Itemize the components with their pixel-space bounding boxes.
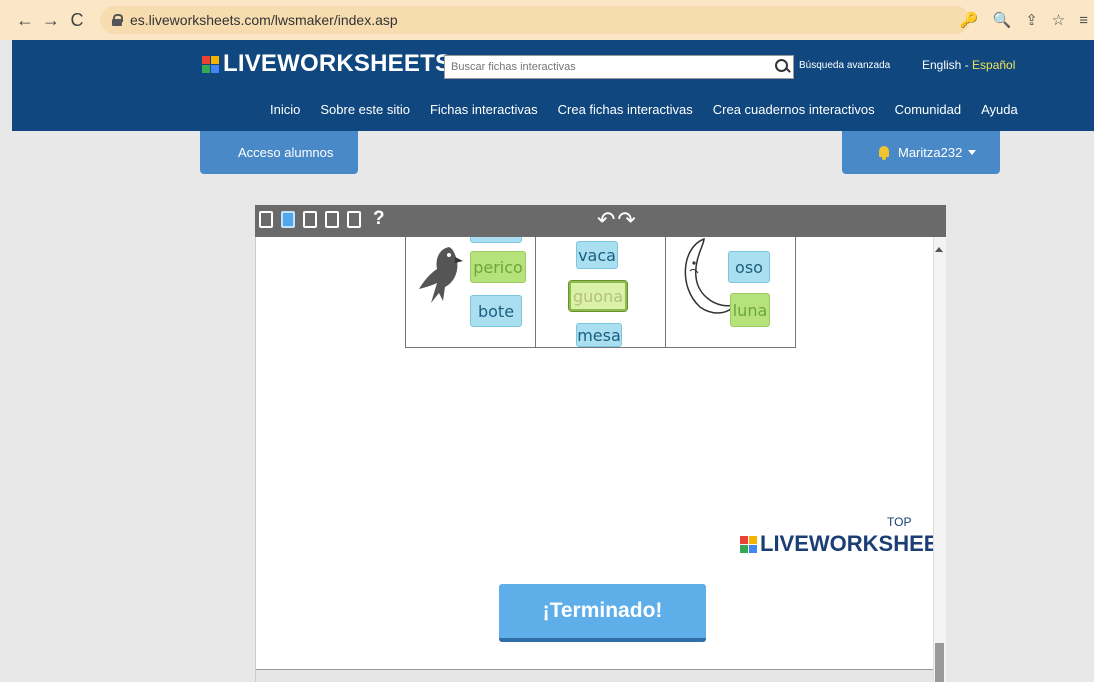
reading-list-icon[interactable]: ≡: [1079, 12, 1088, 29]
scroll-up-arrow-icon[interactable]: [935, 247, 943, 252]
nav-crea-fichas[interactable]: Crea fichas interactivas: [558, 102, 693, 117]
column-divider: [665, 237, 666, 347]
word-box-luna[interactable]: luna: [730, 293, 770, 327]
word-box-cut: [470, 237, 522, 243]
nav-inicio[interactable]: Inicio: [270, 102, 300, 117]
nav-sobre-este-sitio[interactable]: Sobre este sitio: [320, 102, 410, 117]
user-menu-button[interactable]: Maritza232: [842, 131, 1000, 174]
undo-redo-icons[interactable]: ↶↷: [597, 207, 638, 233]
logo-mark-icon: [740, 535, 757, 553]
word-box-guona[interactable]: guona: [568, 280, 628, 312]
search-field[interactable]: [444, 55, 794, 79]
nav-crea-cuadernos[interactable]: Crea cuadernos interactivos: [713, 102, 875, 117]
zoom-tool-icon[interactable]: [281, 211, 295, 228]
language-switcher: English - Español: [922, 58, 1015, 72]
edit-tool-icon[interactable]: [259, 211, 273, 228]
viewer-bottom-edge: [256, 669, 934, 682]
browser-toolbar: ← → C es.liveworksheets.com/lwsmaker/ind…: [0, 0, 1094, 40]
username-label: Maritza232: [898, 145, 963, 160]
scroll-thumb[interactable]: [935, 643, 944, 682]
help-icon[interactable]: ?: [373, 208, 385, 230]
site-logo[interactable]: LIVEWORKSHEETS: [202, 50, 451, 78]
student-access-button[interactable]: Acceso alumnos: [200, 131, 358, 174]
column-divider: [535, 237, 536, 347]
advanced-search-link[interactable]: Búsqueda avanzada: [799, 60, 890, 71]
student-access-label: Acceso alumnos: [238, 145, 334, 160]
parrot-image: [419, 247, 463, 303]
vertical-scrollbar[interactable]: [933, 237, 946, 682]
word-box-perico[interactable]: perico: [470, 251, 526, 283]
nav-ayuda[interactable]: Ayuda: [981, 102, 1018, 117]
logo-mark-icon: [202, 55, 219, 73]
worksheet-viewer: perico bote vaca guona mesa oso luna TOP…: [255, 237, 946, 682]
nav-comunidad[interactable]: Comunidad: [895, 102, 962, 117]
lang-spanish-link[interactable]: Español: [972, 58, 1015, 72]
share-icon[interactable]: ⇪: [1025, 11, 1038, 29]
zoom-icon[interactable]: 🔍: [993, 11, 1012, 29]
word-box-oso[interactable]: oso: [728, 251, 770, 283]
watermark-top-label: TOP: [887, 515, 912, 529]
watermark-text: LIVEWORKSHEETS: [760, 531, 946, 556]
chevron-down-icon: [968, 150, 977, 155]
word-box-bote[interactable]: bote: [470, 295, 522, 327]
main-nav: Inicio Sobre este sitio Fichas interacti…: [270, 102, 1018, 117]
bell-icon: [878, 145, 890, 160]
watermark-logo: LIVEWORKSHEETS: [740, 531, 946, 557]
worksheet-table: perico bote vaca guona mesa oso luna: [405, 237, 796, 348]
worksheet-toolbar: ? ↶↷: [255, 205, 946, 237]
moon-image: [684, 237, 736, 314]
browser-actions: 🔑 🔍 ⇪ ☆ ≡: [960, 0, 1088, 40]
back-arrow-icon[interactable]: ←: [12, 7, 38, 33]
search-icon[interactable]: [771, 56, 793, 78]
finish-button[interactable]: ¡Terminado!: [499, 584, 706, 642]
nav-fichas-interactivas[interactable]: Fichas interactivas: [430, 102, 538, 117]
word-box-vaca[interactable]: vaca: [576, 241, 618, 269]
url-text: es.liveworksheets.com/lwsmaker/index.asp: [130, 12, 398, 28]
check-document-icon[interactable]: [303, 211, 317, 228]
password-key-icon[interactable]: 🔑: [960, 11, 979, 29]
lang-separator: -: [961, 58, 973, 72]
export-document-icon[interactable]: [347, 211, 361, 228]
lang-english-link[interactable]: English: [922, 58, 961, 72]
word-box-mesa[interactable]: mesa: [576, 323, 622, 347]
clear-document-icon[interactable]: [325, 211, 339, 228]
site-header: LIVEWORKSHEETS Búsqueda avanzada English…: [12, 40, 1094, 131]
forward-arrow-icon[interactable]: →: [38, 7, 64, 33]
search-input[interactable]: [451, 61, 771, 73]
address-bar[interactable]: es.liveworksheets.com/lwsmaker/index.asp: [100, 6, 970, 34]
reload-icon[interactable]: C: [64, 7, 90, 33]
logo-text: LIVEWORKSHEETS: [223, 50, 452, 77]
lock-icon: [112, 14, 123, 26]
bookmark-star-icon[interactable]: ☆: [1052, 11, 1065, 29]
